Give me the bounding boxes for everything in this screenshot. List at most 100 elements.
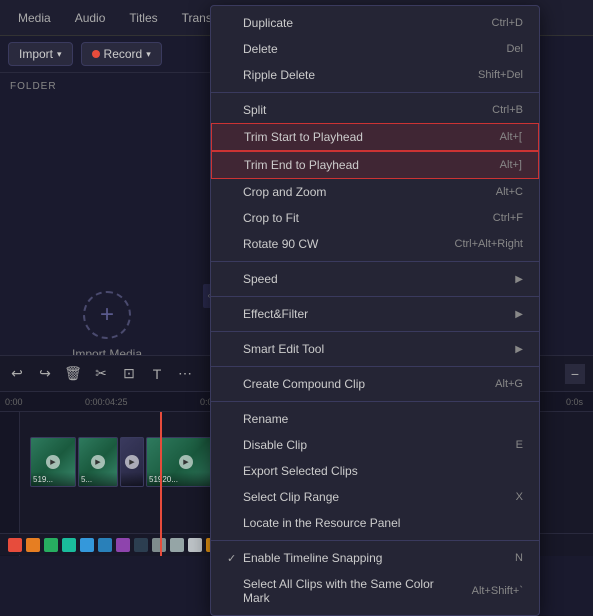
ctx-label-trim-start: Trim Start to Playhead xyxy=(244,130,480,144)
crop-icon[interactable]: ⊡ xyxy=(120,365,138,383)
ctx-shortcut-trim-start: Alt+[ xyxy=(500,131,522,143)
playhead[interactable] xyxy=(160,412,162,556)
ctx-label-effect-filter: Effect&Filter xyxy=(243,307,515,321)
ctx-label-split: Split xyxy=(243,103,472,117)
ctx-label-export-selected: Export Selected Clips xyxy=(243,464,523,478)
ctx-label-disable-clip: Disable Clip xyxy=(243,438,496,452)
color-swatch-4[interactable] xyxy=(80,538,94,552)
ctx-item-crop-fit[interactable]: Crop to Fit Ctrl+F xyxy=(211,205,539,231)
ctx-item-rotate[interactable]: Rotate 90 CW Ctrl+Alt+Right xyxy=(211,231,539,257)
ctx-shortcut-timeline-snapping: N xyxy=(515,552,523,564)
ctx-item-trim-end[interactable]: Trim End to Playhead Alt+] xyxy=(211,151,539,179)
add-media-button[interactable]: + xyxy=(83,291,131,339)
ctx-label-speed: Speed xyxy=(243,272,515,286)
ctx-item-smart-edit[interactable]: Smart Edit Tool▶ xyxy=(211,336,539,362)
tab-audio[interactable]: Audio xyxy=(65,7,116,29)
ctx-item-delete[interactable]: Delete Del xyxy=(211,36,539,62)
ctx-shortcut-rotate: Ctrl+Alt+Right xyxy=(455,238,523,250)
ctx-label-ripple-delete: Ripple Delete xyxy=(243,68,458,82)
ctx-item-locate-resource[interactable]: Locate in the Resource Panel xyxy=(211,510,539,536)
ctx-item-timeline-snapping[interactable]: ✓Enable Timeline SnappingN xyxy=(211,545,539,571)
tab-titles[interactable]: Titles xyxy=(119,7,167,29)
ctx-check-timeline-snapping: ✓ xyxy=(227,552,243,565)
ctx-arrow-effect-filter: ▶ xyxy=(515,309,523,320)
ctx-item-compound-clip[interactable]: Create Compound Clip Alt+G xyxy=(211,371,539,397)
ctx-item-ripple-delete[interactable]: Ripple Delete Shift+Del xyxy=(211,62,539,88)
record-button[interactable]: Record ▾ xyxy=(82,43,161,65)
clip-2[interactable]: ▶ 5... xyxy=(78,437,118,487)
ctx-label-duplicate: Duplicate xyxy=(243,16,472,30)
ctx-item-speed[interactable]: Speed▶ xyxy=(211,266,539,292)
ctx-label-compound-clip: Create Compound Clip xyxy=(243,377,475,391)
ctx-shortcut-trim-end: Alt+] xyxy=(500,159,522,171)
clip-1-play-icon[interactable]: ▶ xyxy=(46,455,60,469)
ctx-item-split[interactable]: Split Ctrl+B xyxy=(211,97,539,123)
ctx-label-crop-fit: Crop to Fit xyxy=(243,211,473,225)
ctx-shortcut-delete: Del xyxy=(506,43,523,55)
context-menu: Duplicate Ctrl+D Delete Del Ripple Delete Shi… xyxy=(210,5,540,616)
color-swatch-0[interactable] xyxy=(8,538,22,552)
ctx-item-export-selected[interactable]: Export Selected Clips xyxy=(211,458,539,484)
ctx-shortcut-split: Ctrl+B xyxy=(492,104,523,116)
ruler-mark-1: 0:00:04:25 xyxy=(85,397,128,407)
ctx-item-select-range[interactable]: Select Clip RangeX xyxy=(211,484,539,510)
delete-icon[interactable]: 🗑 xyxy=(64,365,82,383)
ctx-label-rename: Rename xyxy=(243,412,523,426)
ctx-label-trim-end: Trim End to Playhead xyxy=(244,158,480,172)
import-record-area: Import ▾ Record ▾ xyxy=(0,36,214,73)
color-swatch-8[interactable] xyxy=(152,538,166,552)
import-button[interactable]: Import ▾ xyxy=(9,43,72,65)
folder-label: FOLDER xyxy=(0,73,214,96)
color-swatch-9[interactable] xyxy=(170,538,184,552)
scissors-icon[interactable]: ✂ xyxy=(92,365,110,383)
ctx-item-rename[interactable]: Rename xyxy=(211,406,539,432)
redo-button[interactable]: ↪ xyxy=(36,365,54,383)
ctx-label-locate-resource: Locate in the Resource Panel xyxy=(243,516,523,530)
clip-1[interactable]: ▶ 519... xyxy=(30,437,76,487)
color-swatch-3[interactable] xyxy=(62,538,76,552)
ctx-shortcut-select-color-mark: Alt+Shift+` xyxy=(472,585,523,597)
more-icon[interactable]: ⋯ xyxy=(176,365,194,383)
color-swatch-2[interactable] xyxy=(44,538,58,552)
clip-3-play-icon[interactable]: ▶ xyxy=(125,455,139,469)
clip-4-play-icon[interactable]: ▶ xyxy=(179,455,193,469)
ctx-label-select-color-mark: Select All Clips with the Same Color Mar… xyxy=(243,577,452,605)
ctx-arrow-speed: ▶ xyxy=(515,274,523,285)
ruler-mark-0: 0:00 xyxy=(5,397,23,407)
ctx-item-disable-clip[interactable]: Disable ClipE xyxy=(211,432,539,458)
ctx-label-delete: Delete xyxy=(243,42,486,56)
record-btn-group: Record ▾ xyxy=(81,42,162,66)
ctx-label-rotate: Rotate 90 CW xyxy=(243,237,435,251)
color-swatch-1[interactable] xyxy=(26,538,40,552)
context-menu-divider xyxy=(211,296,539,297)
color-swatch-5[interactable] xyxy=(98,538,112,552)
text-icon[interactable]: T xyxy=(148,365,166,383)
ctx-label-select-range: Select Clip Range xyxy=(243,490,496,504)
import-label: Import xyxy=(19,47,53,61)
ctx-item-select-color-mark[interactable]: Select All Clips with the Same Color Mar… xyxy=(211,571,539,611)
ctx-arrow-smart-edit: ▶ xyxy=(515,344,523,355)
color-swatch-7[interactable] xyxy=(134,538,148,552)
context-menu-divider xyxy=(211,331,539,332)
context-menu-divider xyxy=(211,261,539,262)
timeline-zoom-out-button[interactable]: − xyxy=(565,364,585,384)
tab-media[interactable]: Media xyxy=(8,7,61,29)
ctx-item-duplicate[interactable]: Duplicate Ctrl+D xyxy=(211,10,539,36)
clip-2-play-icon[interactable]: ▶ xyxy=(91,455,105,469)
color-swatch-6[interactable] xyxy=(116,538,130,552)
clip-2-label: 5... xyxy=(81,475,92,484)
ctx-shortcut-duplicate: Ctrl+D xyxy=(492,17,523,29)
ctx-item-trim-start[interactable]: Trim Start to Playhead Alt+[ xyxy=(211,123,539,151)
ctx-shortcut-compound-clip: Alt+G xyxy=(495,378,523,390)
undo-button[interactable]: ↩ xyxy=(8,365,26,383)
ctx-label-crop-zoom: Crop and Zoom xyxy=(243,185,476,199)
record-label: Record xyxy=(104,47,143,61)
color-swatch-10[interactable] xyxy=(188,538,202,552)
ctx-item-crop-zoom[interactable]: Crop and ZoomAlt+C xyxy=(211,179,539,205)
import-chevron-icon: ▾ xyxy=(57,49,62,60)
context-menu-divider xyxy=(211,540,539,541)
ctx-shortcut-crop-fit: Ctrl+F xyxy=(493,212,523,224)
ctx-shortcut-ripple-delete: Shift+Del xyxy=(478,69,523,81)
ctx-item-effect-filter[interactable]: Effect&Filter▶ xyxy=(211,301,539,327)
clip-3[interactable]: ▶ xyxy=(120,437,144,487)
